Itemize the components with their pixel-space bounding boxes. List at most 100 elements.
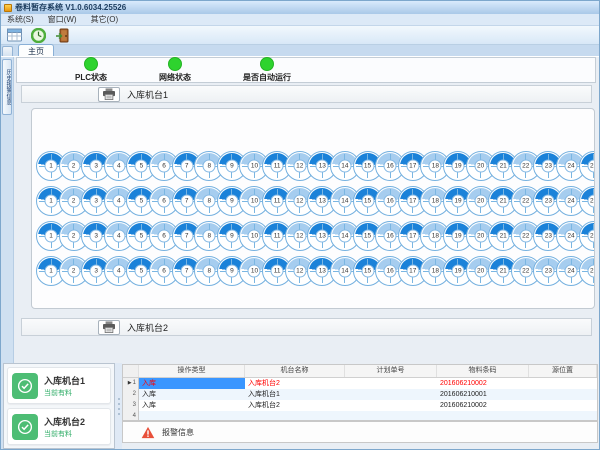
table-cell[interactable]: 入库机台2 — [245, 400, 345, 411]
table-cell[interactable] — [529, 389, 597, 400]
coil-number: 17 — [406, 265, 419, 278]
table-cell[interactable] — [345, 411, 437, 421]
table-cell[interactable]: 201606210001 — [437, 389, 529, 400]
coil-number: 11 — [271, 230, 284, 243]
alarm-bar: 报警信息 — [122, 421, 598, 443]
table-cell[interactable] — [139, 411, 245, 421]
titlebar: 卷料暂存系统 V1.0.6034.25526 — [1, 1, 599, 14]
coil-number: 25 — [587, 230, 595, 243]
coil-number: 1 — [45, 195, 58, 208]
table-cell[interactable] — [529, 411, 597, 421]
table-row[interactable]: 2入库入库机台1 201606210001 — [123, 389, 597, 400]
coil-row: 1234567891011121314151617181920212223242… — [36, 256, 594, 286]
coil-position[interactable]: 25 — [579, 221, 595, 251]
table-cell[interactable] — [345, 389, 437, 400]
coil-number: 2 — [67, 195, 80, 208]
coil-number: 20 — [474, 160, 487, 173]
coil-number: 2 — [67, 160, 80, 173]
table-cell[interactable]: 201606210002 — [437, 378, 529, 389]
coil-number: 4 — [112, 160, 125, 173]
docked-tab-stub[interactable] — [2, 46, 13, 56]
table-cell[interactable] — [345, 400, 437, 411]
card-subtitle: 当前有料 — [44, 388, 85, 398]
machine1-header: 入库机台1 — [21, 85, 592, 103]
table-cell[interactable] — [529, 400, 597, 411]
status-light-icon — [84, 57, 98, 71]
coil-number: 11 — [271, 195, 284, 208]
column-header[interactable]: 计划单号 — [345, 365, 437, 377]
warning-triangle-icon — [141, 426, 155, 439]
coil-number: 8 — [203, 230, 216, 243]
coil-number: 11 — [271, 265, 284, 278]
exit-door-icon[interactable] — [53, 27, 71, 43]
coil-number: 7 — [180, 195, 193, 208]
app-icon — [4, 4, 12, 12]
status-item: PLC状态 — [75, 57, 107, 83]
side-tab-alarm-history[interactable]: 历史报警信息 — [2, 59, 12, 115]
coil-number: 25 — [587, 195, 595, 208]
table-cell[interactable] — [245, 411, 345, 421]
vertical-splitter[interactable] — [115, 363, 122, 449]
table-cell[interactable] — [345, 378, 437, 389]
app-window: 卷料暂存系统 V1.0.6034.25526 系统(S) 窗口(W) 其它(O) 主… — [0, 0, 600, 450]
table-row[interactable]: 4 — [123, 411, 597, 421]
tab-home[interactable]: 主页 — [18, 44, 54, 56]
column-header[interactable]: 物料条码 — [437, 365, 529, 377]
coil-number: 10 — [248, 195, 261, 208]
menu-item[interactable]: 系统(S) — [7, 14, 34, 25]
check-icon — [12, 373, 38, 399]
print-button-machine2[interactable] — [98, 320, 120, 335]
column-header[interactable]: 操作类型 — [139, 365, 245, 377]
print-button-machine1[interactable] — [98, 87, 120, 102]
table-cell[interactable] — [529, 378, 597, 389]
machine-status-card[interactable]: 入库机台1当前有料 — [7, 367, 111, 404]
table-row[interactable]: ▶1入库入库机台2201606210002 — [123, 378, 597, 389]
row-marker-header — [123, 365, 139, 377]
table-cell[interactable] — [437, 411, 529, 421]
coil-number: 12 — [293, 195, 306, 208]
coil-number: 7 — [180, 160, 193, 173]
coil-number: 7 — [180, 265, 193, 278]
table-cell[interactable]: 201606210002 — [437, 400, 529, 411]
coil-number: 10 — [248, 230, 261, 243]
table-cell[interactable]: 入库 — [139, 389, 245, 400]
status-item: 网络状态 — [159, 57, 191, 83]
coil-number: 19 — [451, 265, 464, 278]
coil-number: 6 — [158, 230, 171, 243]
coil-number: 9 — [225, 265, 238, 278]
coil-number: 6 — [158, 160, 171, 173]
coil-number: 21 — [497, 265, 510, 278]
table-cell[interactable]: 入库 — [139, 400, 245, 411]
coil-position[interactable]: 25 — [579, 151, 595, 181]
coil-position[interactable]: 25 — [579, 186, 595, 216]
table-cell[interactable]: 入库机台1 — [245, 389, 345, 400]
status-item: 是否自动运行 — [243, 57, 291, 83]
table-cell[interactable]: 入库 — [139, 378, 245, 389]
coil-number: 4 — [112, 265, 125, 278]
coil-number: 15 — [361, 265, 374, 278]
coil-number: 18 — [429, 195, 442, 208]
column-header[interactable]: 源位置 — [529, 365, 597, 377]
table-row[interactable]: 3入库入库机台2201606210002 — [123, 400, 597, 411]
row-marker: 2 — [123, 389, 139, 400]
coil-number: 21 — [497, 195, 510, 208]
clock-icon[interactable] — [29, 27, 47, 43]
table-cell[interactable]: 入库机台2 — [245, 378, 345, 389]
toolbar — [1, 26, 599, 45]
column-header[interactable]: 机台名称 — [245, 365, 345, 377]
menu-item[interactable]: 窗口(W) — [48, 14, 77, 25]
tab-strip: 主页 — [1, 45, 599, 57]
coil-panel: 1234567891011121314151617181920212223242… — [31, 108, 595, 309]
coil-number: 16 — [384, 230, 397, 243]
coil-number: 17 — [406, 195, 419, 208]
coil-number: 3 — [90, 195, 103, 208]
coil-number: 5 — [135, 230, 148, 243]
calendar-icon[interactable] — [5, 27, 23, 43]
coil-number: 17 — [406, 160, 419, 173]
menu-item[interactable]: 其它(O) — [91, 14, 119, 25]
coil-position[interactable]: 25 — [579, 256, 595, 286]
card-subtitle: 当前有料 — [44, 429, 85, 439]
coil-number: 24 — [565, 265, 578, 278]
status-label: 是否自动运行 — [243, 72, 291, 83]
machine-status-card[interactable]: 入库机台2当前有料 — [7, 408, 111, 445]
